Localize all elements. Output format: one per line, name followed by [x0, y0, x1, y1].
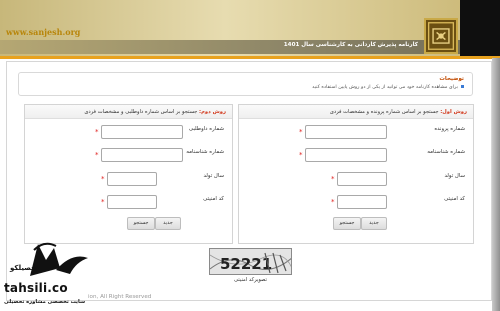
method-label: روش دوم:: [199, 109, 226, 115]
watermark-domain: tahsili.co: [4, 281, 68, 295]
description-title: توضیحات: [439, 76, 464, 82]
id-number-input[interactable]: [305, 148, 387, 162]
new-button[interactable]: جدید: [361, 217, 387, 230]
page: www.sanjesh.org کارنامه پذیرش کاردانی به…: [0, 0, 500, 311]
search-by-file-number-panel: روش اول: جستجو بر اساس شماره پرونده و مش…: [238, 104, 474, 244]
candidate-number-input[interactable]: [101, 125, 183, 139]
panel-header: روش دوم: جستجو بر اساس شماره داوطلبی و م…: [25, 105, 232, 119]
required-icon: *: [101, 198, 105, 206]
search-button[interactable]: جستجو: [333, 217, 361, 230]
captcha-image: 52221: [209, 248, 292, 275]
file-number-label: شماره پرونده: [434, 126, 465, 132]
birth-year-label: سال تولد: [203, 173, 224, 179]
sanjesh-logo-icon: [424, 18, 458, 54]
security-code-input[interactable]: [337, 195, 387, 209]
description-box: توضیحات برای مشاهده کارنامه خود می توانی…: [18, 72, 473, 96]
bullet-icon: [461, 85, 464, 88]
required-icon: *: [95, 128, 99, 136]
id-number-label: شماره شناسنامه: [427, 149, 465, 155]
birth-year-input[interactable]: [107, 172, 157, 186]
header-dark-edge: [460, 0, 500, 58]
candidate-number-label: شماره داوطلبی: [188, 126, 224, 132]
security-code-label: کد امنیتی: [444, 196, 465, 202]
page-title: کارنامه پذیرش کاردانی به کارشناسی سال 14…: [283, 42, 418, 48]
captcha-code: 52221: [220, 255, 272, 273]
birth-year-input[interactable]: [337, 172, 387, 186]
birth-year-label: سال تولد: [444, 173, 465, 179]
search-by-candidate-number-panel: روش دوم: جستجو بر اساس شماره داوطلبی و م…: [24, 104, 233, 244]
header-accent-line: [0, 56, 500, 59]
required-icon: *: [299, 128, 303, 136]
right-edge-shadow: [492, 58, 500, 311]
new-button[interactable]: جدید: [155, 217, 181, 230]
required-icon: *: [95, 151, 99, 159]
method-heading: جستجو بر اساس شماره پرونده و مشخصات فردی: [329, 109, 439, 115]
required-icon: *: [299, 151, 303, 159]
description-text: برای مشاهده کارنامه خود می توانید از یکی…: [312, 85, 464, 90]
file-number-input[interactable]: [305, 125, 387, 139]
header-banner: www.sanjesh.org کارنامه پذیرش کاردانی به…: [0, 0, 500, 58]
method-heading: جستجو بر اساس شماره داوطلبی و مشخصات فرد…: [84, 109, 198, 115]
watermark-name: تحصیلکو: [10, 264, 39, 272]
required-icon: *: [101, 175, 105, 183]
security-code-input[interactable]: [107, 195, 157, 209]
required-icon: *: [331, 198, 335, 206]
description-text-content: برای مشاهده کارنامه خود می توانید از یکی…: [312, 85, 458, 90]
site-url: www.sanjesh.org: [6, 27, 81, 37]
search-button[interactable]: جستجو: [127, 217, 155, 230]
method-label: روش اول:: [440, 109, 467, 115]
required-icon: *: [331, 175, 335, 183]
watermark-tagline: سایت تخصصی مشاوره تحصیلی: [4, 299, 86, 305]
panel-header: روش اول: جستجو بر اساس شماره پرونده و مش…: [239, 105, 473, 119]
security-code-label: کد امنیتی: [203, 196, 224, 202]
captcha-label: تصویرکد امنیتی: [233, 277, 267, 283]
id-number-label: شماره شناسنامه: [186, 149, 224, 155]
id-number-input[interactable]: [101, 148, 183, 162]
